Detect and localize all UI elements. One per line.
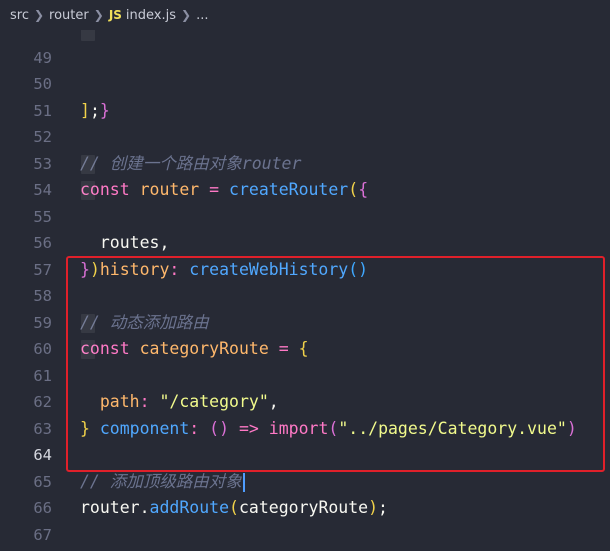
code-line[interactable]: 52 // 创建一个路由对象router	[0, 98, 610, 173]
breadcrumb-item-router[interactable]: router	[49, 8, 89, 23]
code-line[interactable]: 62 }	[0, 363, 610, 438]
code-line[interactable]: 65 router.addRoute(categoryRoute);	[0, 442, 610, 518]
chevron-right-icon: ❯	[93, 8, 104, 22]
code-line[interactable]: 58 // 动态添加路由	[0, 257, 610, 332]
indent-guide	[81, 154, 95, 174]
code-line[interactable]: 61 component: () => import("../pages/Cat…	[0, 336, 610, 438]
javascript-file-icon: JS	[108, 8, 122, 22]
code-editor[interactable]: src ❯ router ❯ JS index.js ❯ ... 49 } 50…	[0, 0, 610, 551]
breadcrumb-item-more[interactable]: ...	[196, 8, 208, 23]
code-lines[interactable]: 49 } 50 ]; 51 52 // 创建一个路由对象router 53 co…	[0, 18, 610, 548]
chevron-right-icon: ❯	[33, 8, 45, 22]
code-line[interactable]: 54 routes,	[0, 151, 610, 252]
code-line[interactable]: 63	[0, 389, 610, 438]
indent-guide	[81, 313, 95, 333]
breadcrumb: src ❯ router ❯ JS index.js ❯ ...	[0, 0, 610, 30]
code-line[interactable]: 60 path: "/category",	[0, 310, 610, 411]
breadcrumb-item-src[interactable]: src	[10, 8, 29, 23]
breadcrumb-item-file[interactable]: index.js	[126, 8, 176, 23]
code-line[interactable]: 53 const router = createRouter({	[0, 124, 610, 200]
code-line[interactable]: 56 })	[0, 204, 610, 279]
code-line[interactable]: 59 const categoryRoute = {	[0, 283, 610, 359]
indent-guide	[81, 340, 95, 359]
code-line[interactable]: 51	[0, 71, 610, 120]
code-line[interactable]: 55 history: createWebHistory()	[0, 177, 610, 279]
code-line[interactable]: 66	[0, 469, 610, 517]
code-line[interactable]: 68	[0, 522, 610, 549]
code-line[interactable]: 57	[0, 230, 610, 279]
code-line[interactable]: 50 ];	[0, 45, 610, 120]
indent-guide	[81, 181, 95, 200]
chevron-right-icon: ❯	[181, 8, 192, 22]
code-line-active[interactable]: 64 // 添加顶级路由对象	[0, 416, 610, 492]
code-line[interactable]: 67 export default router	[0, 495, 610, 544]
